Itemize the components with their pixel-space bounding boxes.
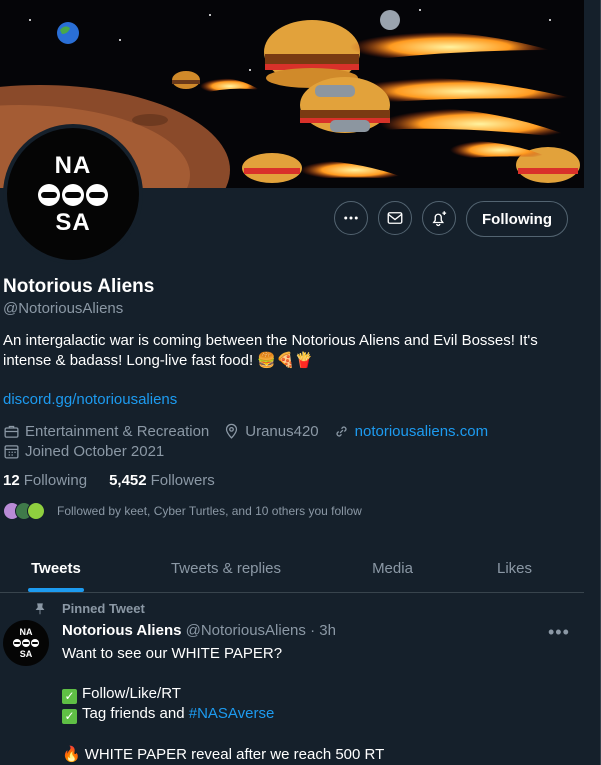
category-item: Entertainment & Recreation [3,423,209,440]
tweet-time[interactable]: · 3h [310,622,336,639]
tweet-line-2: ✓ Follow/Like/RT [62,685,181,704]
profile-tabs: Tweets Tweets & replies Media Likes [0,545,584,593]
pinned-indicator: Pinned Tweet [35,601,145,616]
follow-counts: 12 Following 5,452 Followers [3,472,215,489]
hashtag-link[interactable]: #NASAverse [189,705,275,722]
following-count-link[interactable]: 12 Following [3,472,87,489]
joined-row: Joined October 2021 [3,443,164,460]
avatar-logo: NA SA [7,128,139,260]
more-button[interactable] [334,201,368,235]
joined-text: Joined October 2021 [25,443,165,460]
tweet-line-3: ✓ Tag friends and #NASAverse [62,705,274,724]
more-icon [344,216,358,220]
notifications-button[interactable] [422,201,456,235]
tab-media[interactable]: Media [340,545,445,592]
followed-by-text: Followed by keet, Cyber Turtles, and 10 … [57,504,362,518]
followers-label: Followers [150,472,215,489]
followers-count-link[interactable]: 5,452 Followers [109,472,215,489]
tweet-author-name[interactable]: Notorious Aliens [62,622,181,639]
location-item: Uranus420 [223,423,319,440]
check-mark-icon: ✓ [62,689,77,704]
alien-eyes-icon [38,183,108,206]
pin-icon [35,602,45,614]
tweet-avatar-text-top: NA [19,627,33,637]
avatar-text-top: NA [54,151,92,179]
website-item[interactable]: notoriousaliens.com [333,423,488,440]
message-button[interactable] [378,201,412,235]
tweet-header: Notorious Aliens @NotoriousAliens · 3h [62,622,336,639]
tweet-line-2-text: Follow/Like/RT [82,685,181,702]
following-button[interactable]: Following [466,201,568,237]
tweet-author-handle[interactable]: @NotoriousAliens [186,622,306,639]
followed-by[interactable]: Followed by keet, Cyber Turtles, and 10 … [3,502,362,520]
followers-count: 5,452 [109,472,147,489]
tweet-line-4-text: WHITE PAPER reveal after we reach 500 RT [84,746,385,763]
tweet-author-avatar[interactable]: NA SA [3,620,49,666]
bell-plus-icon [432,211,447,227]
location-pin-icon [226,423,238,439]
envelope-icon [387,212,403,224]
category-text: Entertainment & Recreation [25,423,210,440]
tab-tweets-replies[interactable]: Tweets & replies [112,545,340,592]
following-count: 12 [3,472,20,489]
avatar-text-bottom: SA [55,208,91,236]
profile-meta-row: Entertainment & Recreation Uranus420 not… [3,423,502,440]
tweet-line-3-text: Tag friends and [82,705,185,722]
tweet-line-4: 🔥 WHITE PAPER reveal after we reach 500 R… [62,745,384,763]
profile-name: Notorious Aliens [3,276,155,297]
profile-avatar[interactable]: NA SA [3,124,143,264]
tweet-avatar-text-bottom: SA [19,649,33,659]
location-text: Uranus420 [245,423,319,440]
tab-likes[interactable]: Likes [445,545,584,592]
link-icon [336,426,347,437]
fire-icon: 🔥 [62,746,81,763]
bio-link[interactable]: discord.gg/notoriousaliens [3,391,177,408]
following-label: Following [23,472,88,489]
profile-bio: An intergalactic war is coming between t… [3,332,538,369]
profile-handle: @NotoriousAliens [3,300,124,317]
tab-tweets[interactable]: Tweets [0,545,112,592]
tweet-more-icon[interactable]: ••• [548,622,570,643]
pinned-label: Pinned Tweet [62,601,145,616]
alien-eyes-icon [13,639,39,647]
calendar-icon [4,445,19,459]
briefcase-icon [4,425,19,438]
check-mark-icon: ✓ [62,709,77,724]
website-link[interactable]: notoriousaliens.com [355,423,488,440]
tweet-line-1: Want to see our WHITE PAPER? [62,645,283,662]
follower-avatar [27,502,45,520]
